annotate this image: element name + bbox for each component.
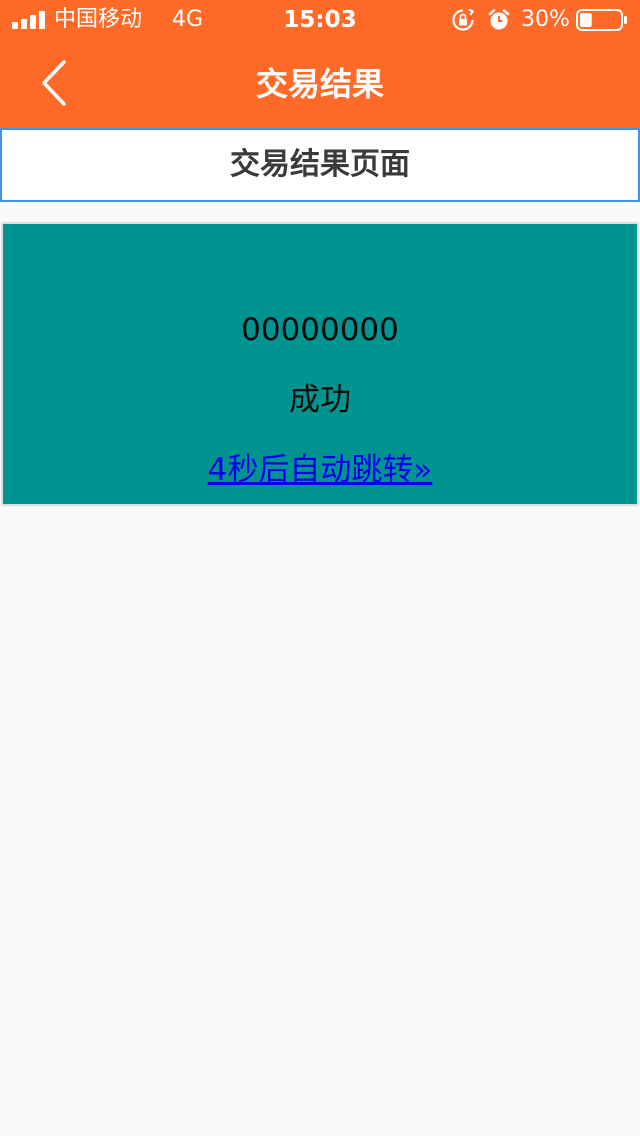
screen: 中国移动 4G 15:03 30% 交易结果 交易结果页面 00000000 成… [0, 0, 640, 1136]
top-bar: 中国移动 4G 15:03 30% 交易结果 [0, 0, 640, 128]
chevron-left-icon[interactable] [34, 58, 74, 108]
battery-icon [576, 9, 627, 31]
battery-percent: 30% [521, 7, 570, 32]
alarm-icon [488, 9, 510, 30]
redirect-link[interactable]: 4秒后自动跳转» [208, 452, 433, 488]
page-title: 交易结果页面 [0, 128, 640, 202]
status-bar: 中国移动 4G 15:03 30% [0, 0, 640, 40]
rotation-lock-icon [452, 8, 475, 31]
result-card: 00000000 成功 4秒后自动跳转» [1, 222, 639, 506]
redirect-line: 4秒后自动跳转» [3, 452, 637, 488]
result-status: 成功 [289, 382, 351, 418]
nav-bar: 交易结果 [0, 40, 640, 128]
nav-title: 交易结果 [255, 65, 384, 103]
order-number: 00000000 [241, 312, 399, 348]
